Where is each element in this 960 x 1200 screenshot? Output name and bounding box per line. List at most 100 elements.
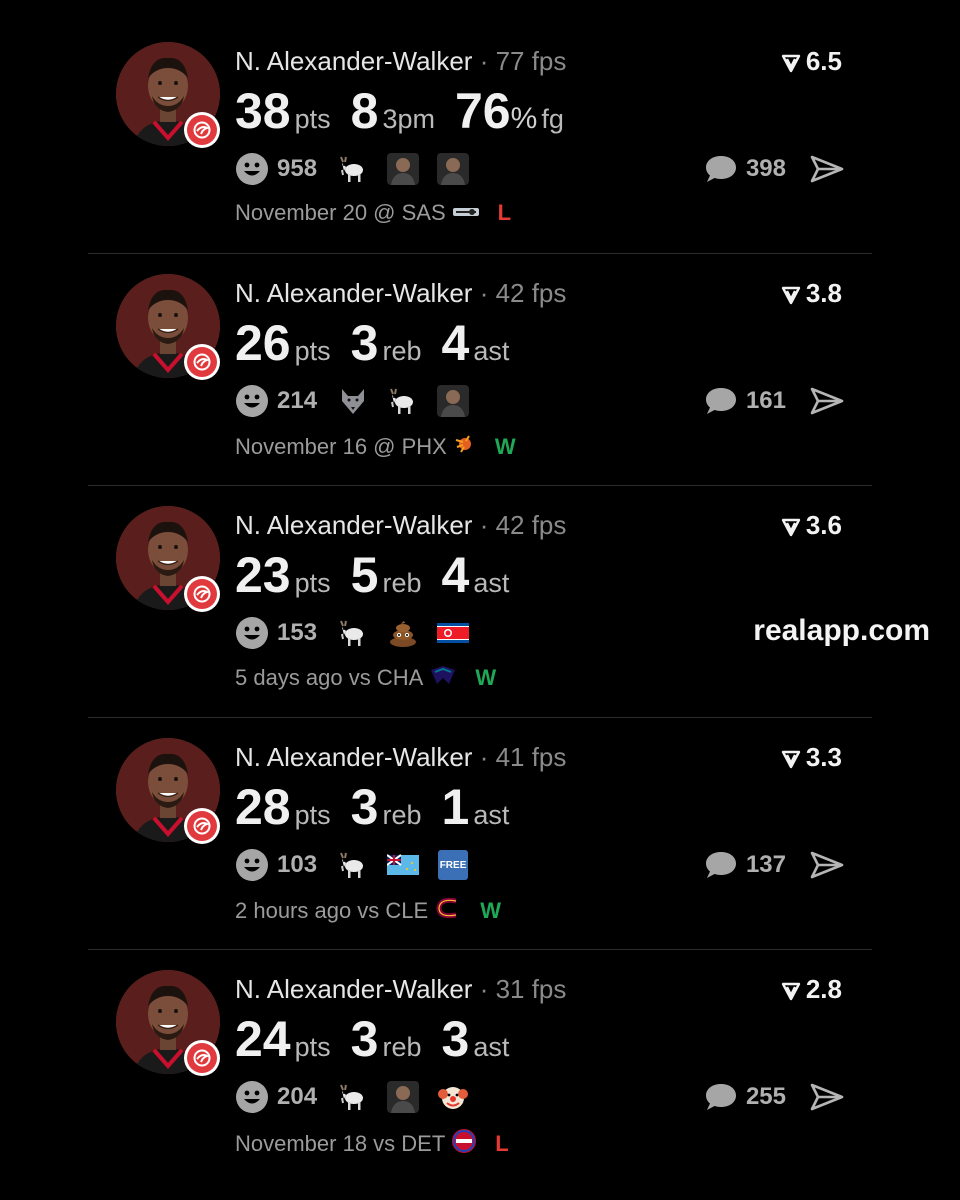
stat-value: 3 xyxy=(350,1011,379,1067)
stat-line: 38 pts 8 3pm 76% fg xyxy=(235,82,584,140)
reactions-row[interactable]: 153 xyxy=(235,616,487,650)
feed-card-4[interactable]: N. Alexander-Walker · 41 fps 3.3 28 pts 3 r… xyxy=(88,696,872,928)
game-date: November 18 vs DET xyxy=(235,1131,446,1156)
feed-card-3[interactable]: N. Alexander-Walker · 42 fps 3.6 23 pts 5 r… xyxy=(88,464,872,696)
smiley-reaction-icon[interactable] xyxy=(235,1080,269,1114)
comment-count: 161 xyxy=(745,387,786,414)
upvote-score[interactable]: 3.3 xyxy=(780,742,842,773)
upvote-icon xyxy=(781,750,801,768)
fps-value: · 31 fps xyxy=(479,974,567,1004)
hornets-logo-icon xyxy=(429,664,457,692)
upvote-score[interactable]: 3.8 xyxy=(780,278,842,309)
game-info[interactable]: 5 days ago vs CHA W xyxy=(235,664,496,692)
comments-button[interactable]: 161 xyxy=(704,384,786,418)
name-line: N. Alexander-Walker · 41 fps xyxy=(235,742,566,773)
goat-icon[interactable] xyxy=(337,849,369,881)
feed-card-1[interactable]: N. Alexander-Walker · 77 fps 6.5 38 pts 8 3… xyxy=(88,0,872,232)
smiley-reaction-icon[interactable] xyxy=(235,152,269,186)
stat-line: 23 pts 5 reb 4 ast xyxy=(235,546,529,604)
smiley-reaction-icon[interactable] xyxy=(235,848,269,882)
stat-label: pts xyxy=(294,336,331,366)
game-result: W xyxy=(494,434,516,459)
goat-icon[interactable] xyxy=(337,1081,369,1113)
spurs-logo-icon xyxy=(452,200,480,226)
upvote-score[interactable]: 2.8 xyxy=(780,974,842,1005)
share-button[interactable] xyxy=(810,152,844,186)
fps-value: · 42 fps xyxy=(479,510,567,540)
comments-button[interactable]: 398 xyxy=(704,152,786,186)
fps-value: · 77 fps xyxy=(479,46,567,76)
comments-button[interactable]: 137 xyxy=(704,848,786,882)
game-info[interactable]: November 18 vs DET L xyxy=(235,1128,509,1160)
person-avatar-icon[interactable] xyxy=(437,385,470,417)
score-value: 3.8 xyxy=(805,278,842,308)
send-icon xyxy=(810,155,844,183)
comment-count: 398 xyxy=(745,155,786,182)
share-button[interactable] xyxy=(810,384,844,418)
reactions-row[interactable]: 204 xyxy=(235,1080,487,1114)
game-info[interactable]: November 16 @ PHX W xyxy=(235,432,516,462)
team-logo-badge xyxy=(184,1040,220,1076)
upvote-score[interactable]: 3.6 xyxy=(780,510,842,541)
player-name[interactable]: N. Alexander-Walker xyxy=(235,510,472,540)
stat-label: reb xyxy=(382,336,422,366)
suns-logo-icon xyxy=(453,432,477,462)
hawks-logo-icon xyxy=(193,1049,211,1067)
stat-label: reb xyxy=(382,1032,422,1062)
smiley-reaction-icon[interactable] xyxy=(235,384,269,418)
team-logo-badge xyxy=(184,112,220,148)
feed-card-2[interactable]: N. Alexander-Walker · 42 fps 3.8 26 pts 3 r… xyxy=(88,232,872,464)
stat-label: pts xyxy=(294,1032,331,1062)
reactions-row[interactable]: 958 xyxy=(235,152,487,186)
reaction-count: 204 xyxy=(277,1083,318,1110)
player-name[interactable]: N. Alexander-Walker xyxy=(235,46,472,76)
game-info[interactable]: 2 hours ago vs CLE W xyxy=(235,896,501,926)
goat-icon[interactable] xyxy=(337,153,369,185)
clown-icon[interactable] xyxy=(437,1081,469,1113)
stat-value: 1 xyxy=(441,779,470,835)
goat-icon[interactable] xyxy=(337,617,369,649)
north-korea-flag-icon[interactable] xyxy=(437,617,470,649)
stat-value: 3 xyxy=(441,1011,470,1067)
person-avatar-icon[interactable] xyxy=(387,1081,420,1113)
team-logo-badge xyxy=(184,576,220,612)
smiley-reaction-icon[interactable] xyxy=(235,616,269,650)
goat-icon[interactable] xyxy=(387,385,419,417)
stat-label: 3pm xyxy=(382,104,435,134)
share-button[interactable] xyxy=(810,1080,844,1114)
comments-button[interactable]: 255 xyxy=(704,1080,786,1114)
name-line: N. Alexander-Walker · 77 fps xyxy=(235,46,566,77)
player-name[interactable]: N. Alexander-Walker xyxy=(235,742,472,772)
player-name[interactable]: N. Alexander-Walker xyxy=(235,974,472,1004)
watermark-text: realapp.com xyxy=(753,614,930,647)
poop-icon[interactable] xyxy=(387,617,419,649)
name-line: N. Alexander-Walker · 42 fps xyxy=(235,278,566,309)
team-logo-badge xyxy=(184,344,220,380)
game-result: W xyxy=(475,665,497,690)
stat-value: 8 xyxy=(350,83,379,139)
score-value: 2.8 xyxy=(805,974,842,1004)
free-button-icon[interactable]: FREE xyxy=(437,849,469,881)
player-name[interactable]: N. Alexander-Walker xyxy=(235,278,472,308)
feed-card-5[interactable]: N. Alexander-Walker · 31 fps 2.8 24 pts 3 r… xyxy=(88,928,872,1160)
stat-value: 28 xyxy=(235,779,291,835)
fps-value: · 41 fps xyxy=(479,742,567,772)
upvote-icon xyxy=(781,286,801,304)
person-avatar-icon[interactable] xyxy=(437,153,470,185)
share-button[interactable] xyxy=(810,848,844,882)
stat-label: ast xyxy=(473,1032,510,1062)
game-info[interactable]: November 20 @ SAS L xyxy=(235,200,511,226)
reactions-row[interactable]: 214 xyxy=(235,384,487,418)
upvote-icon xyxy=(781,518,801,536)
send-icon xyxy=(810,1083,844,1111)
person-avatar-icon[interactable] xyxy=(387,153,420,185)
tuvalu-flag-icon[interactable] xyxy=(387,849,420,881)
score-value: 3.3 xyxy=(805,742,842,772)
game-date: November 20 @ SAS xyxy=(235,200,446,225)
wolf-icon[interactable] xyxy=(337,385,369,417)
upvote-score[interactable]: 6.5 xyxy=(780,46,842,77)
stat-label: reb xyxy=(382,800,422,830)
reactions-row[interactable]: 103 FREE xyxy=(235,848,487,882)
game-result: L xyxy=(497,200,512,225)
stat-value: 4 xyxy=(441,547,470,603)
